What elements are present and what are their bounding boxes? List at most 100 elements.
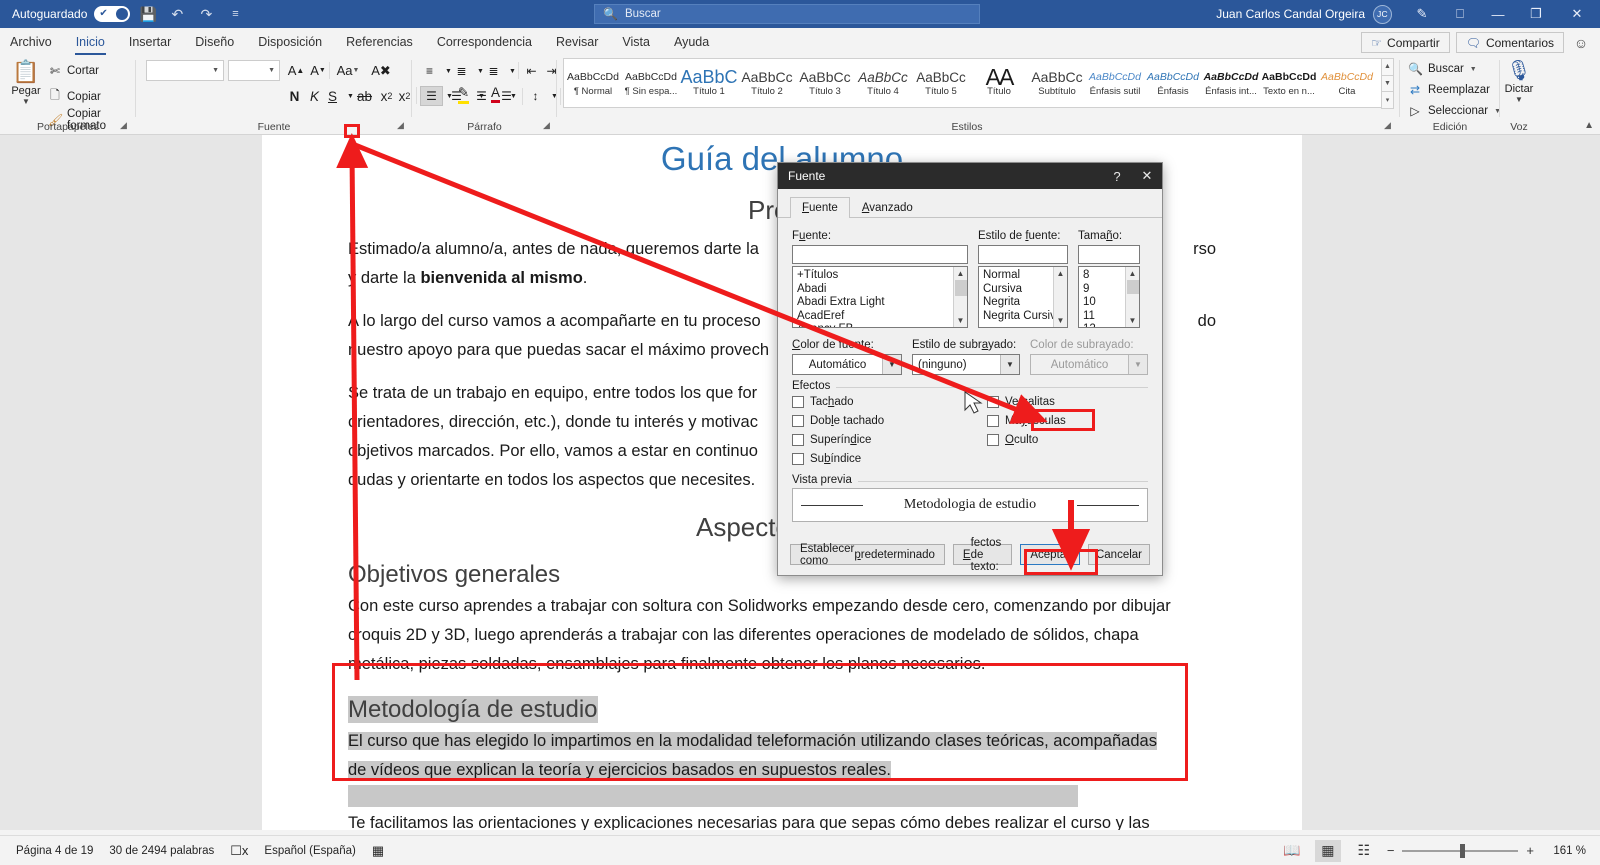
checkbox[interactable] [792,453,804,465]
close-button[interactable]: ✕ [1556,0,1598,28]
scroll-track[interactable] [954,296,967,314]
change-case-icon[interactable]: Aa▼ [334,60,362,81]
chevron-down-icon[interactable]: ▼ [954,314,967,327]
style-titulo[interactable]: AA Título [970,59,1028,107]
chevron-down-icon[interactable]: ▼ [268,67,275,74]
help-icon[interactable]: ? [1102,163,1132,189]
accessibility-icon[interactable]: ▦ [372,843,384,859]
list-item[interactable]: Agency FB [797,323,967,328]
scroll-thumb[interactable] [1127,280,1139,294]
find-chevron-down-icon[interactable]: ▼ [1470,66,1477,73]
user-name[interactable]: Juan Carlos Candal Orgeira [1216,7,1365,21]
dialog-tab-avanzado[interactable]: Avanzado [850,197,925,218]
font-style-textbox[interactable] [978,245,1068,264]
style-titulo-5[interactable]: AaBbCc Título 5 [912,59,970,107]
grow-font-icon[interactable]: A▲ [286,60,306,81]
chevron-up-icon[interactable]: ▲ [1126,267,1139,280]
redo-icon[interactable]: ↷ [195,3,217,25]
find-button[interactable]: 🔍 Buscar ▼ [1408,62,1477,76]
multilevel-list-icon[interactable]: ≣ [484,61,503,81]
list-item[interactable]: +Títulos [797,269,967,283]
list-item[interactable]: Abadi Extra Light [797,296,967,310]
checkbox[interactable] [792,434,804,446]
text-effects-button[interactable]: Efectos de texto: [953,544,1012,565]
styles-more-icon[interactable]: ▾ [1381,91,1394,109]
bold-button[interactable]: N [284,85,305,107]
line-spacing-icon[interactable]: ↕ [526,86,545,106]
font-dialog-launcher[interactable]: ◢ [394,119,407,132]
chevron-down-icon[interactable]: ▼ [1000,355,1019,374]
pen-icon[interactable]: ✎ [1404,0,1440,28]
tab-disposicion[interactable]: Disposición [246,29,334,55]
font-name-input[interactable]: ▼ [146,60,224,81]
font-color-combo[interactable]: Automático ▼ [792,354,902,375]
style-subtitulo[interactable]: AaBbCc Subtítulo [1028,59,1086,107]
styles-scroll-up-icon[interactable]: ▲ [1381,58,1394,76]
style-enfasis[interactable]: AaBbCcDd Énfasis [1144,59,1202,107]
checkbox-tachado[interactable]: Tachado [792,396,987,408]
font-name-textbox[interactable] [792,245,968,264]
align-right-icon[interactable]: ☰ [470,86,493,106]
style-titulo-2[interactable]: AaBbCc Título 2 [738,59,796,107]
style-enfasis-intenso[interactable]: AaBbCcDd Énfasis int... [1202,59,1260,107]
page-indicator[interactable]: Página 4 de 19 [16,845,93,857]
font-size-list[interactable]: 8 9 10 11 12 ▲ ▼ [1078,266,1140,328]
read-mode-icon[interactable]: 📖 [1279,840,1305,862]
print-layout-icon[interactable]: ▦ [1315,840,1341,862]
font-style-list[interactable]: Normal Cursiva Negrita Negrita Cursiva ▲… [978,266,1068,328]
checkbox[interactable] [792,415,804,427]
select-button[interactable]: ▷ Seleccionar ▼ [1408,104,1501,118]
set-as-default-button[interactable]: Establecer como predeterminado [790,544,945,565]
paste-button[interactable]: 📋 Pegar ▼ [6,59,46,106]
multilevel-chevron-down-icon[interactable]: ▼ [503,61,522,81]
styles-dialog-launcher[interactable]: ◢ [1381,119,1394,132]
checkbox[interactable] [987,434,999,446]
proofing-icon[interactable]: ☐x [230,843,248,859]
scroll-track[interactable] [1126,294,1139,314]
font-list[interactable]: +Títulos Abadi Abadi Extra Light AcadEre… [792,266,968,328]
style-titulo-3[interactable]: AaBbCc Título 3 [796,59,854,107]
zoom-out-button[interactable]: − [1387,843,1395,858]
tab-ayuda[interactable]: Ayuda [662,29,721,55]
style-enfasis-sutil[interactable]: AaBbCcDd Énfasis sutil [1086,59,1144,107]
tab-correspondencia[interactable]: Correspondencia [425,29,544,55]
avatar[interactable]: JC [1373,5,1392,24]
save-icon[interactable]: 💾 [137,3,159,25]
dictate-button[interactable]: 🎙 Dictar ▼ [1499,59,1539,104]
style-normal[interactable]: AaBbCcDd ¶ Normal [564,59,622,107]
zoom-slider[interactable]: − + [1387,843,1534,858]
ribbon-display-options-icon[interactable]: ⎕ [1442,0,1478,28]
style-titulo-1[interactable]: AaBbC Título 1 [680,59,738,107]
dialog-tab-fuente[interactable]: Fuente [790,197,850,218]
comments-button[interactable]: 🗨 Comentarios [1456,32,1564,53]
word-count[interactable]: 30 de 2494 palabras [109,845,214,857]
chevron-down-icon[interactable]: ▼ [1126,314,1139,327]
checkbox-versalitas[interactable]: Versalitas [987,396,1137,408]
customize-quick-access-icon[interactable]: ≡ [224,3,246,25]
undo-icon[interactable]: ↶ [166,3,188,25]
share-button[interactable]: ☞ Compartir [1361,32,1449,53]
tab-insertar[interactable]: Insertar [117,29,183,55]
minimize-button[interactable]: — [1480,0,1516,28]
font-size-textbox[interactable] [1078,245,1140,264]
font-dialog[interactable]: Fuente ? ✕ Fuente Avanzado Fuente: +Títu… [777,162,1163,576]
bullets-icon[interactable]: ≡ [420,61,439,81]
cut-button[interactable]: ✄ Cortar [48,64,99,78]
checkbox-doble-tachado[interactable]: Doble tachado [792,415,987,427]
checkbox[interactable] [792,396,804,408]
chevron-down-icon[interactable]: ▼ [212,67,219,74]
align-left-icon[interactable]: ☰ [420,86,443,106]
style-sin-espaciado[interactable]: AaBbCcDd ¶ Sin espa... [622,59,680,107]
scroll-track[interactable] [1054,280,1067,314]
list-item[interactable]: AcadEref [797,310,967,324]
zoom-in-button[interactable]: + [1526,843,1534,858]
decrease-indent-icon[interactable]: ⇤ [522,61,541,81]
tab-diseno[interactable]: Diseño [183,29,246,55]
zoom-track[interactable] [1402,850,1518,852]
checkbox-subindice[interactable]: Subíndice [792,453,987,465]
chevron-down-icon[interactable]: ▼ [882,355,901,374]
scroll-thumb[interactable] [955,280,967,296]
font-size-input[interactable]: ▼ [228,60,280,81]
style-texto-en-negrita[interactable]: AaBbCcDd Texto en n... [1260,59,1318,107]
font-list-scrollbar[interactable]: ▲ ▼ [953,267,967,327]
